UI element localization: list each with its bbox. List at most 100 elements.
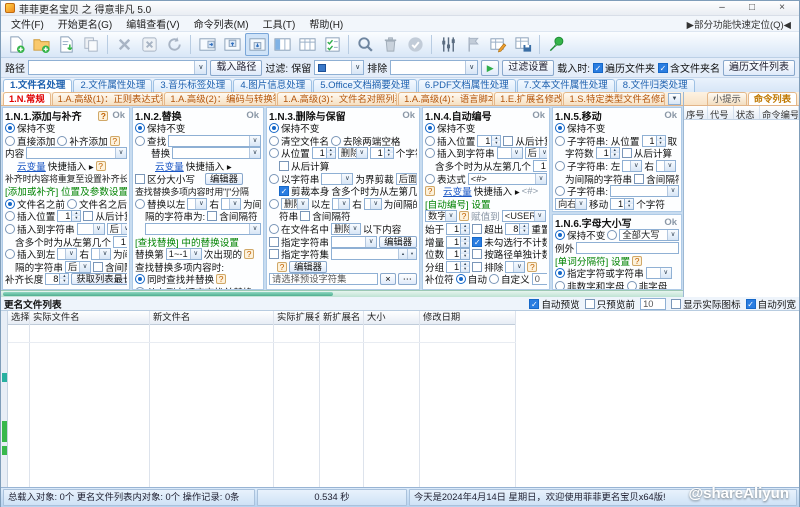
radio-option[interactable]: 清空文件名 (269, 135, 329, 148)
radio-option[interactable]: 插入到字符串 (425, 147, 495, 160)
radio-button[interactable] (5, 199, 15, 209)
tab-tips[interactable]: 小提示 (707, 92, 747, 105)
radio-button[interactable] (57, 136, 67, 146)
col-new-ext[interactable]: 新扩展名 (320, 311, 363, 325)
checkbox-option[interactable]: 从后计算 (503, 135, 547, 148)
radio-option[interactable]: 去除两端空格 (331, 135, 401, 148)
radio-button[interactable] (425, 123, 435, 133)
col-actual-ext[interactable]: 实际扩展名 (274, 311, 319, 325)
dropdown-arrow-icon[interactable]: ∨ (229, 199, 240, 209)
col-new-filename[interactable]: 新文件名 (150, 311, 273, 325)
link[interactable]: 云变量 (443, 185, 472, 198)
radio-button[interactable] (5, 123, 15, 133)
spin-arrows[interactable]: ▴▾ (657, 135, 666, 147)
col-select[interactable]: 选择 (8, 311, 29, 325)
radio-button[interactable] (555, 123, 565, 133)
menu-file[interactable]: 文件(F) (4, 16, 51, 31)
tab-overflow-button[interactable]: ▼ (668, 93, 681, 105)
file-table[interactable]: 选择 实际文件名 新文件名 实际扩展名 新扩展名 大小 修改日期 (8, 311, 799, 487)
col-modified-date[interactable]: 修改日期 (420, 311, 515, 325)
radio-option[interactable]: 直接添加 (5, 135, 55, 148)
combo-box[interactable]: 删除∨ (281, 198, 309, 210)
combo-box[interactable]: ∨ (331, 236, 377, 248)
spinbox[interactable]: 1▴▾ (477, 135, 501, 147)
checkbox-option[interactable]: 从后计算 (279, 160, 329, 173)
down-arrow-icon[interactable]: ▾ (461, 267, 469, 272)
help-icon[interactable]: ? (425, 186, 435, 196)
checkbox-option[interactable]: 含间隔符 (207, 210, 257, 223)
radio-button[interactable] (555, 230, 565, 240)
checkbox-option[interactable]: 排除 (472, 261, 503, 274)
ok-button[interactable]: Ok (530, 110, 547, 121)
radio-option[interactable]: 子字符串: 左 (555, 160, 620, 173)
combo-box[interactable]: <#>∨ (468, 173, 547, 185)
radio-button[interactable] (269, 148, 279, 158)
table-columns-button[interactable] (295, 33, 319, 56)
search-button[interactable] (353, 33, 377, 56)
radio-option[interactable]: 插入位置 (5, 210, 55, 223)
dropdown-arrow-icon[interactable]: ∨ (534, 211, 545, 221)
combo-box[interactable]: ∨ (497, 147, 523, 159)
load-path-button[interactable]: 载入路径 (210, 60, 262, 76)
radio-button[interactable] (269, 174, 279, 184)
dropdown-arrow-icon[interactable]: ∨ (535, 174, 546, 184)
radio-button[interactable] (135, 199, 145, 209)
menu-tools[interactable]: 工具(T) (256, 16, 303, 31)
subtab-regex[interactable]: 1.A.高级(1)：正则表达式等 (52, 92, 164, 105)
confirm-button[interactable] (403, 33, 427, 56)
maximize-button[interactable]: □ (739, 2, 765, 14)
combo-box[interactable]: ∨ (145, 223, 261, 235)
spinbox[interactable]: 1▴▾ (312, 147, 336, 159)
spin-arrows[interactable]: ▴▾ (611, 147, 620, 159)
subtab-extension[interactable]: 1.E.扩展名修改 (494, 92, 562, 105)
down-arrow-icon[interactable]: ▾ (461, 254, 469, 259)
spinbox[interactable]: 1▴▾ (446, 236, 470, 248)
dropdown-arrow-icon[interactable]: ∨ (465, 61, 477, 74)
combo-box[interactable]: 后∨ (65, 261, 91, 273)
dropdown-arrow-icon[interactable]: ∨ (365, 237, 376, 247)
ok-button[interactable]: Ok (110, 110, 127, 121)
spin-arrows[interactable]: ▴▾ (461, 223, 470, 235)
traverse-file-list-button[interactable]: 遍历文件列表 (723, 60, 795, 76)
combo-box[interactable]: 1~-1∨ (166, 248, 202, 260)
panel-down-button[interactable] (245, 33, 269, 56)
flag-button[interactable] (461, 33, 485, 56)
combo-box[interactable]: ∨ (57, 248, 77, 260)
radio-button[interactable] (555, 268, 565, 278)
spin-arrows[interactable]: ▴▾ (327, 147, 336, 159)
radio-button[interactable] (135, 123, 145, 133)
down-arrow-icon[interactable]: ▾ (385, 153, 393, 158)
checkbox[interactable] (472, 224, 482, 234)
radio-option[interactable]: 文件名之后 (67, 198, 127, 211)
help-icon[interactable]: ? (632, 256, 642, 266)
radio-button[interactable] (425, 174, 435, 184)
dropdown-arrow-icon[interactable]: ∨ (249, 148, 260, 158)
text-input[interactable]: 请选择预设字符集 (269, 273, 378, 285)
checklist-button[interactable] (320, 33, 344, 56)
dropdown-arrow-icon[interactable]: ∨ (667, 186, 678, 196)
quick-locate-link[interactable]: ▶部分功能快速定位(Q)◀ (687, 17, 796, 31)
subtab-normal[interactable]: 1.N.常规 (3, 92, 51, 105)
radio-button[interactable] (269, 123, 279, 133)
combo-box[interactable]: ∨ (332, 198, 350, 210)
radio-option[interactable]: 子字符串: 从位置 (555, 135, 640, 148)
col-size[interactable]: 大小 (364, 311, 419, 325)
radio-option[interactable]: 自动 (456, 273, 487, 286)
dropdown-arrow-icon[interactable]: ∨ (194, 61, 206, 74)
radio-button[interactable] (5, 211, 15, 221)
dropdown-arrow-icon[interactable]: ∨ (249, 136, 260, 146)
tab-command-list[interactable]: 命令列表 (748, 92, 797, 105)
tab-text-attr[interactable]: 7.文本文件属性处理 (517, 79, 615, 92)
spinbox[interactable]: 1▴▾ (113, 236, 127, 248)
preview-count-input[interactable]: 10 (640, 298, 666, 310)
table-left-button[interactable] (270, 33, 294, 56)
down-arrow-icon[interactable]: ▾ (461, 242, 469, 247)
radio-button[interactable] (5, 249, 15, 259)
button[interactable]: 编辑器 (205, 173, 243, 185)
checkbox-option[interactable]: 区分大小写 (135, 172, 195, 185)
checkbox[interactable] (472, 262, 482, 272)
dropdown-arrow-icon[interactable]: ∨ (195, 199, 206, 209)
combo-box[interactable]: 删除∨ (338, 147, 368, 159)
checkbox[interactable]: ✓ (746, 299, 756, 309)
radio-button[interactable] (555, 136, 565, 146)
